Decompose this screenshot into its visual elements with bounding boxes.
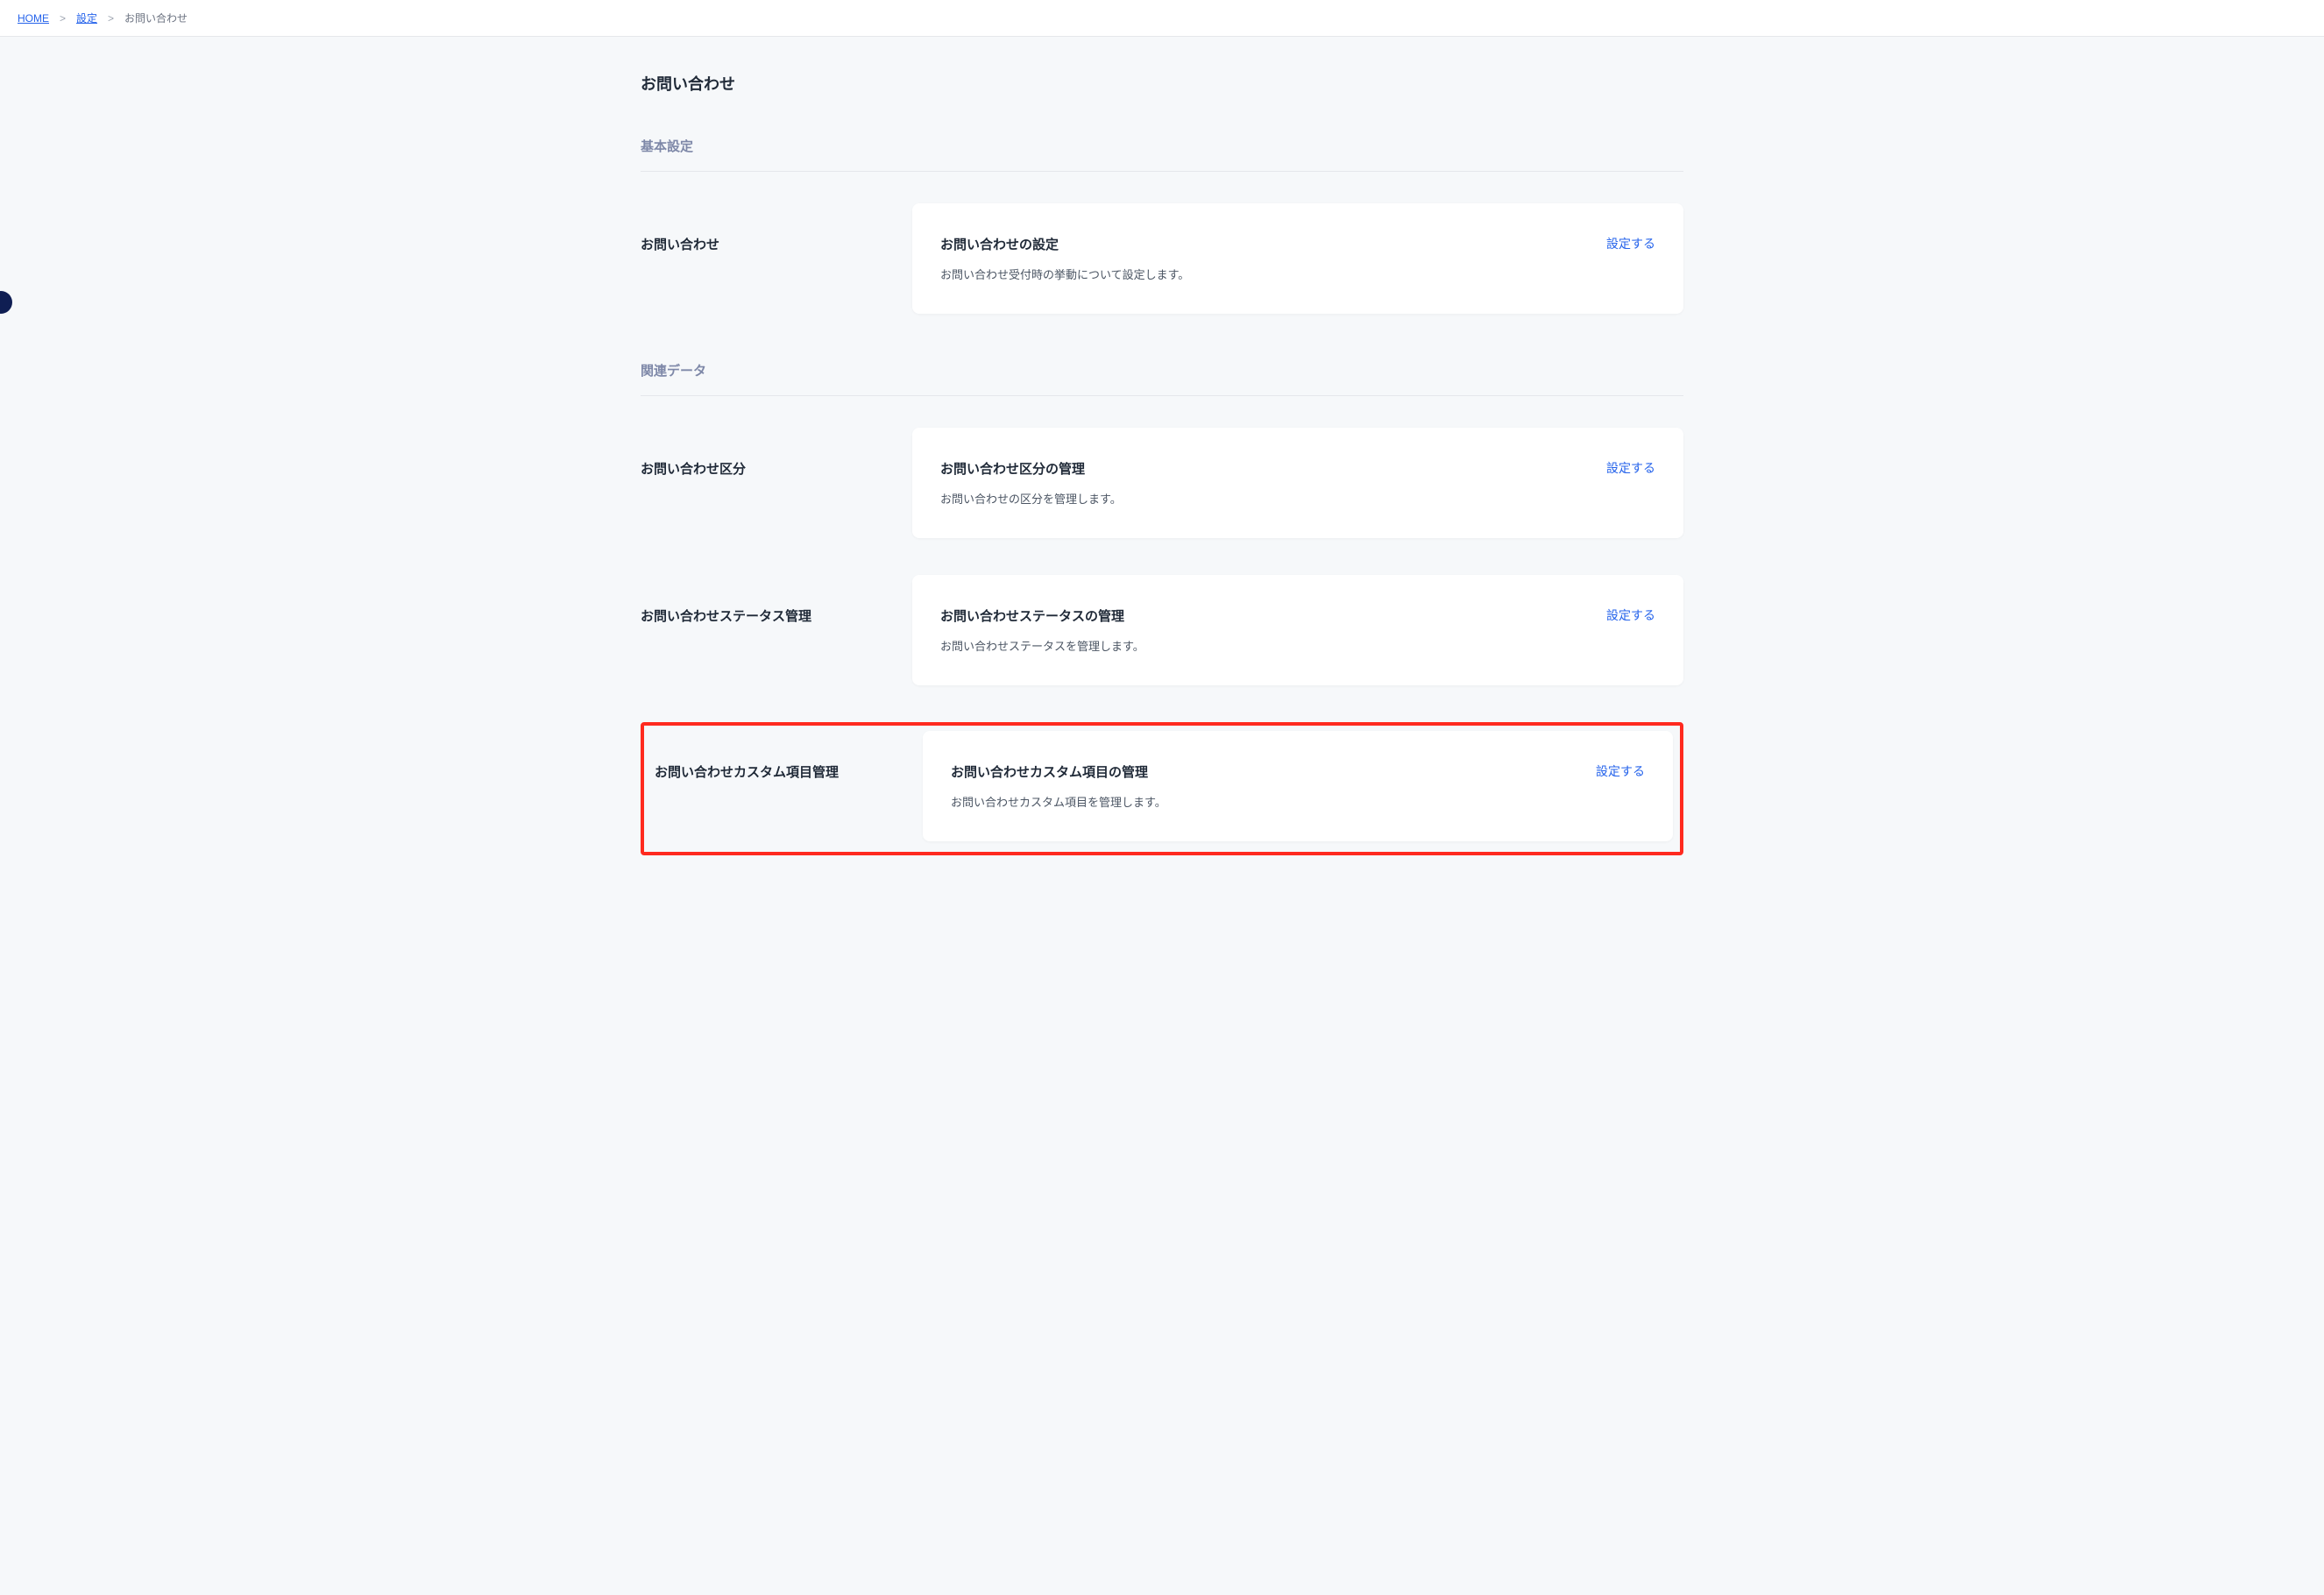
setting-card-custom: お問い合わせカスタム項目の管理 お問い合わせカスタム項目を管理します。 設定する — [923, 731, 1673, 841]
setting-action-custom[interactable]: 設定する — [1596, 762, 1645, 780]
setting-label-custom: お問い合わせカスタム項目管理 — [651, 731, 923, 781]
breadcrumb-separator: > — [60, 12, 66, 25]
setting-card-title: お問い合わせカスタム項目の管理 — [951, 762, 1578, 781]
setting-row-category: お問い合わせ区分 お問い合わせ区分の管理 お問い合わせの区分を管理します。 設定… — [641, 428, 1683, 538]
section-header-related: 関連データ — [641, 361, 1683, 396]
setting-card-desc: お問い合わせ受付時の挙動について設定します。 — [940, 266, 1589, 282]
setting-card-title: お問い合わせ区分の管理 — [940, 459, 1589, 478]
setting-row-custom: お問い合わせカスタム項目管理 お問い合わせカスタム項目の管理 お問い合わせカスタ… — [651, 731, 1673, 841]
setting-row-status: お問い合わせステータス管理 お問い合わせステータスの管理 お問い合わせステータス… — [641, 575, 1683, 685]
setting-action-category[interactable]: 設定する — [1606, 459, 1655, 477]
setting-row-inquiry: お問い合わせ お問い合わせの設定 お問い合わせ受付時の挙動について設定します。 … — [641, 203, 1683, 314]
setting-action-status[interactable]: 設定する — [1606, 606, 1655, 624]
setting-card-desc: お問い合わせカスタム項目を管理します。 — [951, 793, 1578, 810]
setting-card-title: お問い合わせステータスの管理 — [940, 606, 1589, 625]
section-header-basic: 基本設定 — [641, 137, 1683, 172]
setting-card-inquiry: お問い合わせの設定 お問い合わせ受付時の挙動について設定します。 設定する — [912, 203, 1683, 314]
setting-action-inquiry[interactable]: 設定する — [1606, 235, 1655, 252]
breadcrumb: HOME > 設定 > お問い合わせ — [0, 0, 2324, 37]
setting-card-title: お問い合わせの設定 — [940, 235, 1589, 253]
setting-label-status: お問い合わせステータス管理 — [641, 575, 912, 625]
setting-label-category: お問い合わせ区分 — [641, 428, 912, 478]
setting-label-inquiry: お問い合わせ — [641, 203, 912, 253]
page-title: お問い合わせ — [641, 72, 1683, 95]
setting-card-desc: お問い合わせの区分を管理します。 — [940, 490, 1589, 507]
breadcrumb-current: お問い合わせ — [124, 11, 188, 25]
setting-card-category: お問い合わせ区分の管理 お問い合わせの区分を管理します。 設定する — [912, 428, 1683, 538]
highlighted-region: お問い合わせカスタム項目管理 お問い合わせカスタム項目の管理 お問い合わせカスタ… — [641, 722, 1683, 855]
setting-card-desc: お問い合わせステータスを管理します。 — [940, 637, 1589, 654]
breadcrumb-home-link[interactable]: HOME — [18, 12, 49, 25]
floating-button[interactable] — [0, 291, 12, 314]
breadcrumb-separator: > — [108, 12, 114, 25]
breadcrumb-settings-link[interactable]: 設定 — [76, 11, 97, 25]
setting-card-status: お問い合わせステータスの管理 お問い合わせステータスを管理します。 設定する — [912, 575, 1683, 685]
